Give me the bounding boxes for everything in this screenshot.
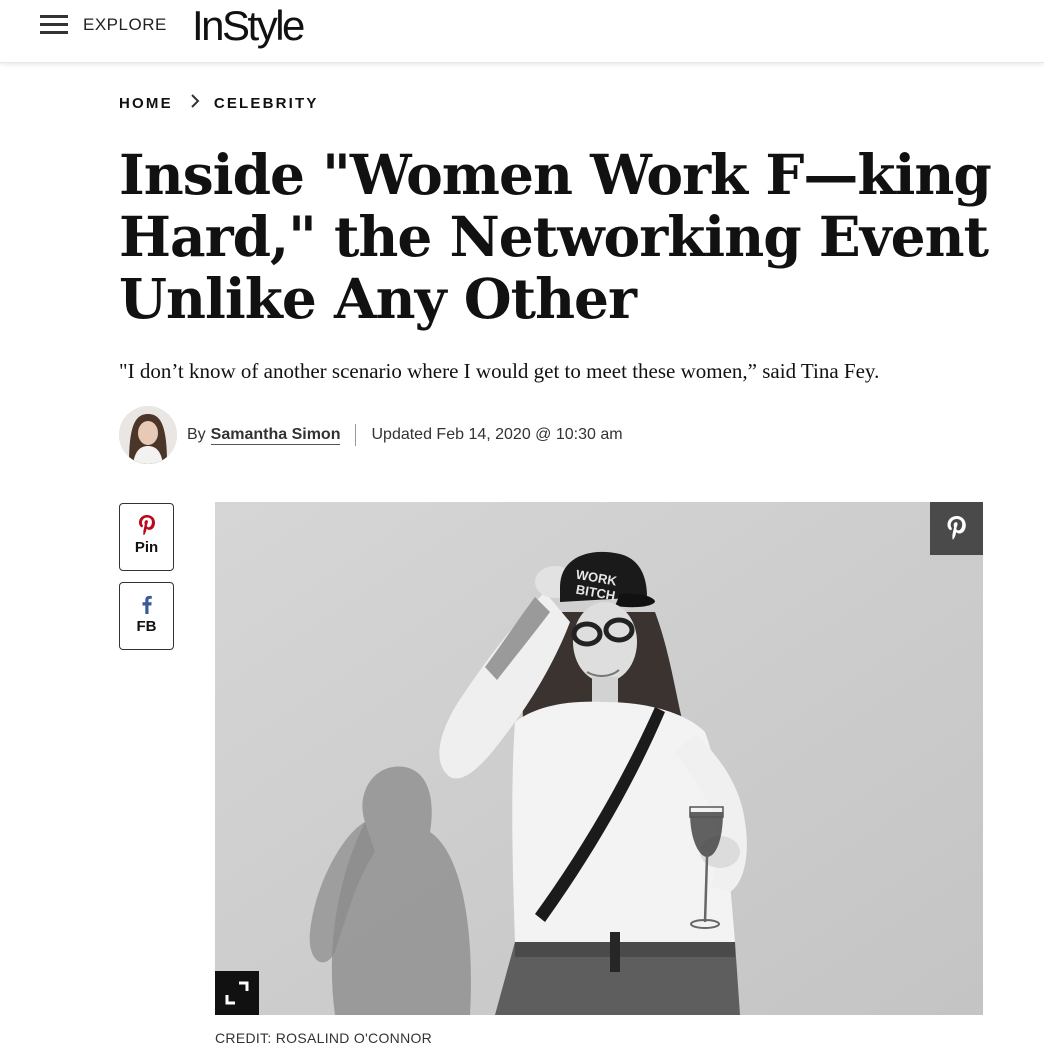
byline: By Samantha Simon Updated Feb 14, 2020 @…	[119, 406, 623, 464]
expand-image-button[interactable]	[215, 971, 259, 1015]
chevron-right-icon	[191, 94, 200, 112]
byline-divider	[355, 424, 357, 446]
hero-image[interactable]: WORK BITCH	[215, 502, 983, 1015]
pin-share-button[interactable]: Pin	[119, 503, 174, 571]
author-link[interactable]: Samantha Simon	[210, 426, 341, 445]
article-headline: Inside "Women Work F—king Hard," the Net…	[119, 142, 992, 331]
expand-icon	[225, 981, 249, 1005]
pinterest-icon	[947, 516, 966, 540]
facebook-icon	[137, 593, 157, 615]
fb-label: FB	[136, 618, 157, 635]
breadcrumb-celebrity-link[interactable]: CELEBRITY	[214, 95, 319, 112]
pin-label: Pin	[134, 539, 159, 556]
byline-prefix: By	[187, 426, 206, 443]
facebook-share-button[interactable]: FB	[119, 582, 174, 650]
breadcrumb: HOME CELEBRITY	[119, 94, 319, 112]
image-pin-button[interactable]	[930, 502, 983, 555]
instyle-logo[interactable]: InStyle	[192, 2, 305, 50]
author-avatar[interactable]	[119, 406, 177, 464]
breadcrumb-home-link[interactable]: HOME	[119, 95, 173, 112]
top-nav-bar: EXPLORE InStyle	[0, 0, 1044, 63]
article-dek: "I don’t know of another scenario where …	[119, 359, 880, 383]
pinterest-icon	[137, 514, 157, 536]
hamburger-icon[interactable]	[40, 15, 70, 35]
hero-image-illustration: WORK BITCH	[215, 502, 983, 1015]
updated-date: Updated Feb 14, 2020 @ 10:30 am	[371, 426, 623, 443]
explore-menu-button[interactable]: EXPLORE	[83, 15, 167, 35]
